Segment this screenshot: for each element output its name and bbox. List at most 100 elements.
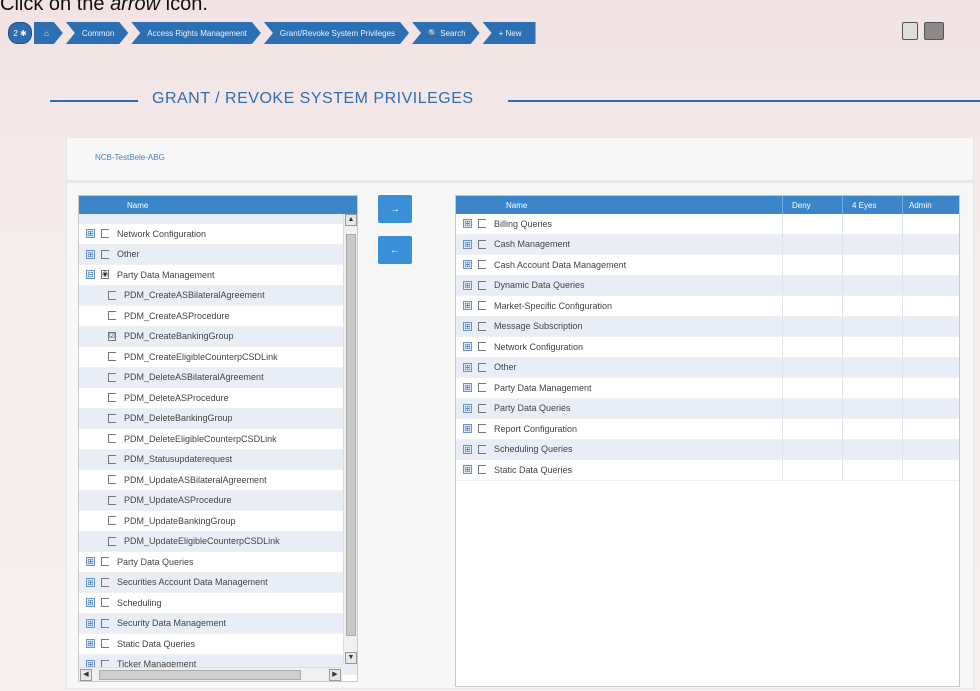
tree-row[interactable]: ⊟ ◉ Party Data Management	[79, 265, 357, 286]
grid-row[interactable]: ⊞ Cash Management	[456, 234, 959, 255]
tree-header-name[interactable]: Name	[79, 196, 357, 214]
row-checkbox[interactable]	[101, 639, 109, 649]
row-checkbox[interactable]	[108, 290, 116, 300]
grid-row[interactable]: ⊞ Report Configuration	[456, 419, 959, 440]
tree-child-row[interactable]: PDM_CreateASBilateralAgreement	[79, 285, 357, 306]
expand-toggle-icon[interactable]: ⊞	[86, 598, 95, 608]
breadcrumb-grant-revoke[interactable]: Grant/Revoke System Privileges	[264, 22, 409, 44]
row-checkbox[interactable]	[101, 577, 109, 587]
expand-plus-icon[interactable]: ⊞	[463, 465, 472, 475]
row-checkbox[interactable]	[101, 229, 109, 239]
breadcrumb-access-rights[interactable]: Access Rights Management	[131, 22, 261, 44]
tree-row[interactable]: ⊞ Party Data Queries	[79, 552, 357, 573]
tree-child-row[interactable]: PDM_DeleteEligibleCounterpCSDLink	[79, 429, 357, 450]
row-checkbox[interactable]	[101, 557, 109, 567]
tree-child-row[interactable]: PDM_UpdateASBilateralAgreement	[79, 470, 357, 491]
tree-row[interactable]: ⊞ Securities Account Data Management	[79, 572, 357, 593]
expand-plus-icon[interactable]: ⊞	[463, 403, 472, 413]
row-checkbox[interactable]	[478, 321, 486, 331]
row-checkbox[interactable]	[101, 618, 109, 628]
row-checkbox[interactable]	[478, 465, 486, 475]
scroll-left-icon[interactable]: ◀	[80, 669, 92, 681]
hscroll-thumb[interactable]	[99, 670, 301, 680]
row-checkbox[interactable]: ◉	[101, 270, 109, 280]
row-checkbox[interactable]	[108, 372, 116, 382]
tree-row[interactable]: ⊞ Security Data Management	[79, 613, 357, 634]
expand-toggle-icon[interactable]: ⊞	[86, 618, 95, 628]
grid-row[interactable]: ⊞ Cash Account Data Management	[456, 255, 959, 276]
expand-toggle-icon[interactable]: ⊞	[86, 577, 95, 587]
expand-toggle-icon[interactable]: ⊞	[86, 639, 95, 649]
expand-plus-icon[interactable]: ⊞	[463, 301, 472, 311]
row-checkbox[interactable]	[108, 516, 116, 526]
expand-toggle-icon[interactable]: ⊞	[86, 249, 95, 259]
expand-toggle-icon[interactable]: ⊟	[86, 270, 95, 280]
tree-child-row[interactable]: PDM_DeleteASBilateralAgreement	[79, 367, 357, 388]
expand-toggle-icon[interactable]: ⊞	[86, 229, 95, 239]
row-checkbox[interactable]	[478, 260, 486, 270]
tree-vertical-scrollbar[interactable]: ▲ ▼	[343, 214, 357, 664]
row-checkbox[interactable]	[108, 393, 116, 403]
expand-plus-icon[interactable]: ⊞	[463, 424, 472, 434]
row-checkbox[interactable]	[478, 219, 486, 229]
grid-header-4eyes[interactable]: 4 Eyes	[852, 201, 876, 210]
expand-plus-icon[interactable]: ⊞	[463, 239, 472, 249]
home-crumb[interactable]: ⌂	[34, 22, 63, 44]
row-checkbox[interactable]	[478, 301, 486, 311]
row-checkbox[interactable]	[101, 249, 109, 259]
grid-row[interactable]: ⊞ Market-Specific Configuration	[456, 296, 959, 317]
row-checkbox[interactable]: ☑	[108, 331, 116, 341]
row-checkbox[interactable]	[478, 280, 486, 290]
printer-icon[interactable]	[924, 22, 944, 40]
expand-plus-icon[interactable]: ⊞	[463, 342, 472, 352]
grid-row[interactable]: ⊞ Party Data Management	[456, 378, 959, 399]
grid-header-admin[interactable]: Admin	[909, 201, 932, 210]
row-checkbox[interactable]	[478, 444, 486, 454]
row-checkbox[interactable]	[108, 454, 116, 464]
scroll-up-icon[interactable]: ▲	[345, 214, 357, 226]
row-checkbox[interactable]	[478, 424, 486, 434]
tree-row[interactable]: ⊞ Scheduling	[79, 593, 357, 614]
breadcrumb-new[interactable]: + New	[482, 22, 536, 44]
tree-row[interactable]: ⊞ Network Configuration	[79, 224, 357, 245]
row-checkbox[interactable]	[478, 239, 486, 249]
grid-row[interactable]: ⊞ Other	[456, 357, 959, 378]
expand-toggle-icon[interactable]: ⊞	[86, 557, 95, 567]
row-checkbox[interactable]	[478, 403, 486, 413]
tree-child-row[interactable]: PDM_UpdateEligibleCounterpCSDLink	[79, 531, 357, 552]
remove-arrow-button[interactable]: ←	[378, 236, 412, 264]
add-arrow-button[interactable]: →	[378, 195, 412, 223]
tree-row[interactable]: ⊞ Static Data Queries	[79, 634, 357, 655]
tree-child-row[interactable]: PDM_DeleteBankingGroup	[79, 408, 357, 429]
expand-plus-icon[interactable]: ⊞	[463, 280, 472, 290]
scroll-down-icon[interactable]: ▼	[345, 652, 357, 664]
row-checkbox[interactable]	[478, 342, 486, 352]
row-checkbox[interactable]	[108, 434, 116, 444]
scroll-thumb[interactable]	[346, 234, 356, 636]
row-checkbox[interactable]	[108, 413, 116, 423]
row-checkbox[interactable]	[478, 362, 486, 372]
tree-child-row[interactable]: PDM_DeleteASProcedure	[79, 388, 357, 409]
row-checkbox[interactable]	[108, 536, 116, 546]
tree-child-row[interactable]: PDM_CreateEligibleCounterpCSDLink	[79, 347, 357, 368]
grid-header-deny[interactable]: Deny	[792, 201, 811, 210]
grid-row[interactable]: ⊞ Scheduling Queries	[456, 439, 959, 460]
expand-plus-icon[interactable]: ⊞	[463, 444, 472, 454]
expand-plus-icon[interactable]: ⊞	[463, 362, 472, 372]
grid-row[interactable]: ⊞ Network Configuration	[456, 337, 959, 358]
grid-row[interactable]: ⊞ Billing Queries	[456, 214, 959, 235]
clipboard-icon[interactable]	[902, 22, 918, 40]
tree-child-row[interactable]: ☑ PDM_CreateBankingGroup	[79, 326, 357, 347]
party-label[interactable]: NCB-TestBele-ABG	[95, 153, 165, 162]
row-checkbox[interactable]	[478, 383, 486, 393]
tree-row[interactable]: ⊞ Other	[79, 244, 357, 265]
expand-plus-icon[interactable]: ⊞	[463, 321, 472, 331]
row-checkbox[interactable]	[108, 352, 116, 362]
tree-horizontal-scrollbar[interactable]: ◀ ▶	[79, 667, 343, 681]
grid-row[interactable]: ⊞ Message Subscription	[456, 316, 959, 337]
row-checkbox[interactable]	[108, 495, 116, 505]
grid-row[interactable]: ⊞ Static Data Queries	[456, 460, 959, 481]
grid-row[interactable]: ⊞ Party Data Queries	[456, 398, 959, 419]
row-checkbox[interactable]	[108, 311, 116, 321]
grid-header-name[interactable]: Name	[506, 201, 527, 210]
